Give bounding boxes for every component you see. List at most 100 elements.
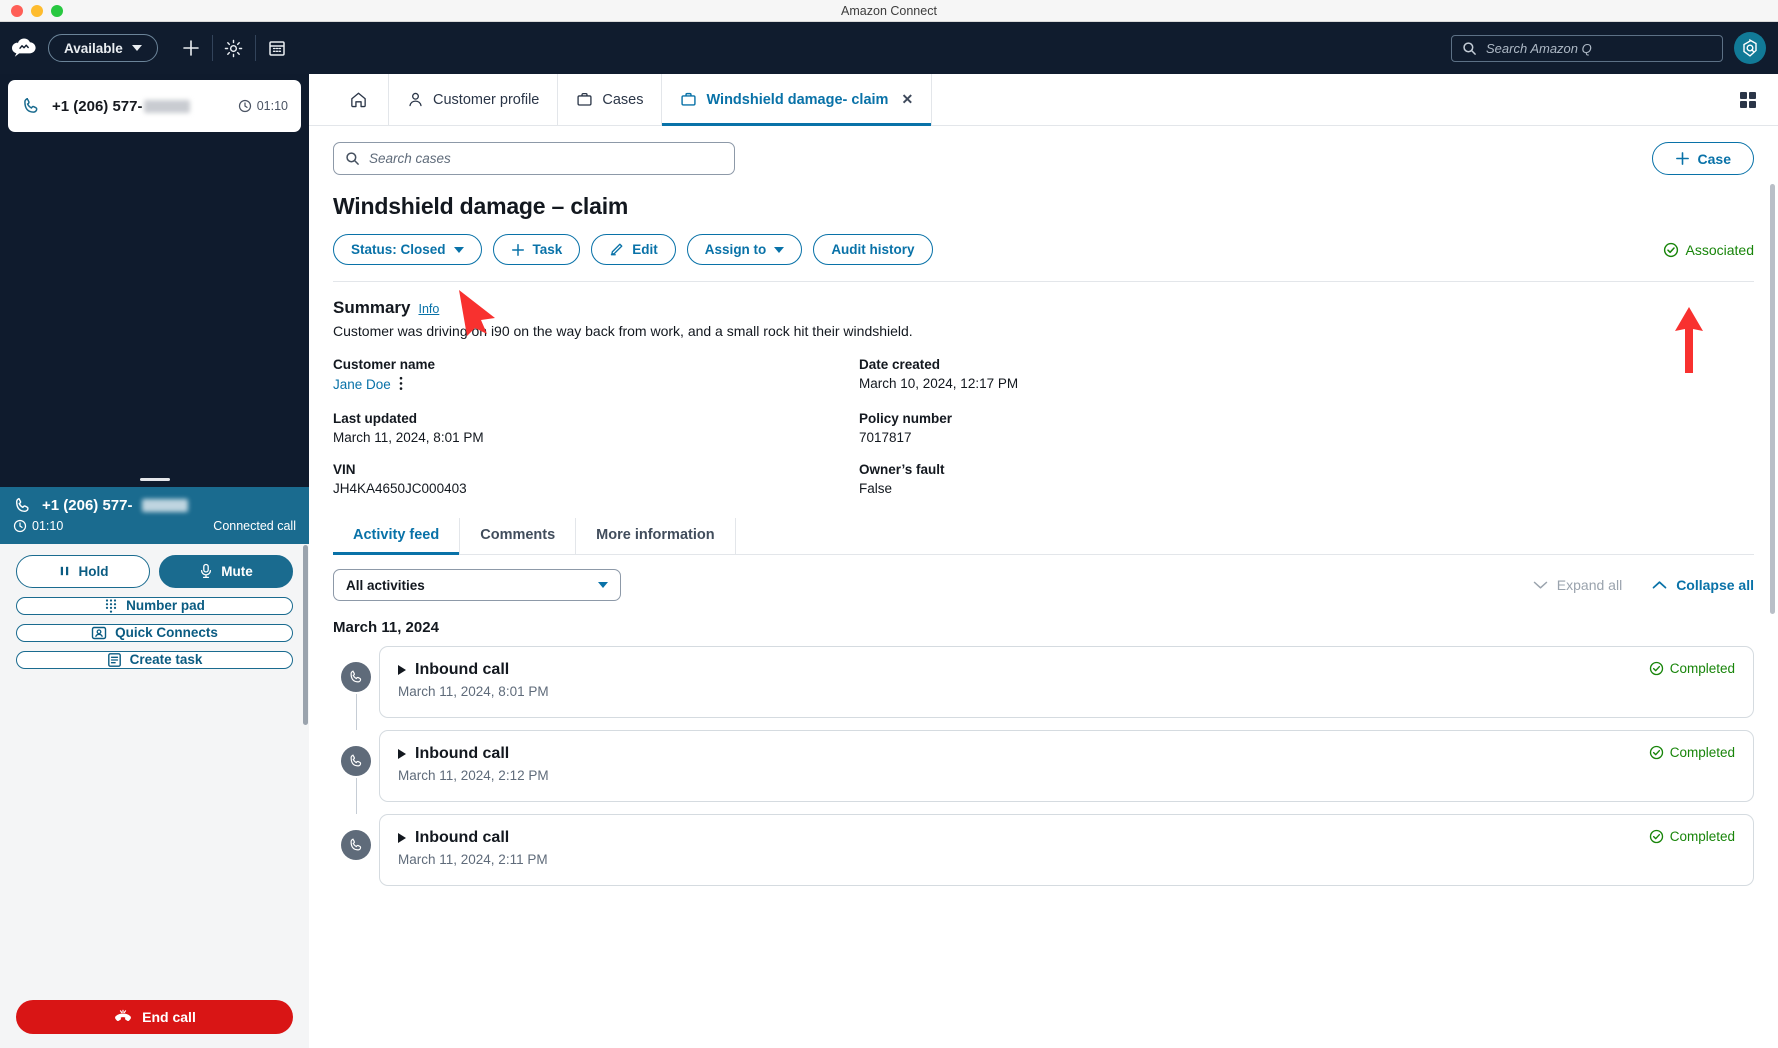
edit-button[interactable]: Edit <box>591 234 676 265</box>
ccp-scrollbar-thumb[interactable] <box>303 545 308 725</box>
add-task-button[interactable]: Task <box>492 234 581 265</box>
agent-status-selector[interactable]: Available <box>48 34 158 62</box>
call-banner-timer: 01:10 <box>13 519 63 533</box>
tab-activity-feed[interactable]: Activity feed <box>333 518 461 555</box>
search-icon <box>346 152 359 165</box>
active-contact-card[interactable]: +1 (206) 577- 01:10 <box>8 80 301 132</box>
number-pad-button[interactable]: Number pad <box>16 596 293 615</box>
tab-activity-feed-label: Activity feed <box>353 527 440 543</box>
microphone-icon <box>201 563 212 579</box>
activity-card[interactable]: Inbound call March 11, 2024, 2:12 PM Com… <box>379 730 1754 802</box>
add-case-button[interactable]: Case <box>1651 142 1754 175</box>
activity-card[interactable]: Inbound call March 11, 2024, 8:01 PM Com… <box>379 646 1754 718</box>
collapse-all-button[interactable]: Collapse all <box>1652 577 1754 593</box>
clock-icon <box>13 519 27 532</box>
quick-connects-button-label: Quick Connects <box>115 625 218 640</box>
quick-connects-button[interactable]: Quick Connects <box>16 623 293 642</box>
case-detail-tabs: Activity feed Comments More information <box>333 518 1754 555</box>
plus-icon <box>1675 152 1689 165</box>
feed-rail <box>333 730 379 814</box>
tab-customer-profile[interactable]: Customer profile <box>389 74 559 125</box>
assign-to-dropdown-button[interactable]: Assign to <box>686 234 803 265</box>
expand-all-button[interactable]: Expand all <box>1533 577 1622 593</box>
create-task-button[interactable]: Create task <box>16 650 293 669</box>
workspace-tabstrip: Customer profile Cases Windshield damage… <box>309 74 1778 126</box>
clock-icon <box>238 99 251 113</box>
settings-button[interactable] <box>213 28 255 68</box>
activity-title-row[interactable]: Inbound call <box>398 661 549 679</box>
check-circle-icon <box>1649 745 1663 760</box>
collapse-all-label: Collapse all <box>1676 577 1754 593</box>
call-banner-timer-value: 01:10 <box>32 518 64 533</box>
content-scrollbar[interactable] <box>1768 74 1777 1048</box>
activity-status-label: Completed <box>1669 661 1735 676</box>
hold-button-label: Hold <box>78 563 109 579</box>
customer-name-link[interactable]: Jane Doe <box>333 376 403 393</box>
search-cases-placeholder: Search cases <box>369 151 451 166</box>
mute-button[interactable]: Mute <box>159 554 293 588</box>
case-actions-row: Status: Closed Task Edit Assign to Audit… <box>309 220 1778 265</box>
tab-windshield-damage-claim[interactable]: Windshield damage- claim ✕ <box>662 74 933 126</box>
summary-info-link[interactable]: Info <box>418 302 439 316</box>
feed-rail <box>333 814 379 886</box>
expand-triangle-icon <box>398 665 406 675</box>
amazon-q-search-input[interactable]: Search Amazon Q <box>1451 34 1723 62</box>
edit-button-label: Edit <box>632 242 658 257</box>
home-icon <box>351 92 366 108</box>
field-label: Last updated <box>333 411 418 426</box>
tab-comments[interactable]: Comments <box>460 518 577 554</box>
ccp-call-controls: Hold Mute Number pad Quick Connects Crea… <box>0 543 309 680</box>
summary-text: Customer was driving on i90 on the way b… <box>333 323 913 339</box>
contact-timer: 01:10 <box>238 99 288 113</box>
content-scrollbar-thumb[interactable] <box>1770 184 1775 614</box>
field-value: March 11, 2024, 8:01 PM <box>333 430 484 445</box>
activity-title-row[interactable]: Inbound call <box>398 829 548 847</box>
amazon-q-avatar-icon[interactable] <box>1734 32 1766 64</box>
activity-timestamp: March 11, 2024, 2:11 PM <box>398 852 548 867</box>
calendar-button[interactable] <box>256 28 298 68</box>
new-contact-button[interactable] <box>170 28 212 68</box>
field-label: Policy number <box>859 411 953 426</box>
close-icon[interactable]: ✕ <box>901 91 913 108</box>
activity-title-row[interactable]: Inbound call <box>398 745 549 763</box>
call-banner-phone-row: +1 (206) 577- <box>13 496 296 515</box>
status-dropdown-button[interactable]: Status: Closed <box>333 234 482 265</box>
field-label: VIN <box>333 462 356 477</box>
cases-subbar: Search cases Case <box>309 126 1778 175</box>
activity-feed-item: Inbound call March 11, 2024, 8:01 PM Com… <box>333 646 1754 730</box>
tab-home[interactable] <box>329 74 389 125</box>
activity-status-label: Completed <box>1669 745 1735 760</box>
audit-history-button[interactable]: Audit history <box>813 234 933 265</box>
end-call-button[interactable]: End call <box>16 1000 293 1034</box>
tab-cases[interactable]: Cases <box>558 74 663 125</box>
timeline-connector <box>356 694 357 730</box>
user-icon <box>409 92 422 107</box>
phone-icon <box>15 497 29 512</box>
window-titlebar: Amazon Connect <box>0 0 1778 22</box>
connected-call-banner: +1 (206) 577- 01:10 Connected call <box>0 486 309 544</box>
association-status: Associated <box>1663 242 1754 258</box>
check-circle-icon <box>1649 829 1663 844</box>
activity-title: Inbound call <box>415 661 510 678</box>
redacted-digits <box>144 99 191 113</box>
field-date-created: Date created March 10, 2024, 12:17 PM <box>859 357 1385 394</box>
activity-status-label: Completed <box>1669 829 1735 844</box>
dialpad-icon <box>106 598 117 613</box>
field-label: Owner’s fault <box>859 462 945 477</box>
field-value: Jane Doe <box>333 377 391 392</box>
field-value: March 10, 2024, 12:17 PM <box>859 376 1019 391</box>
panel-resize-handle[interactable] <box>139 477 170 481</box>
activity-filter-select[interactable]: All activities <box>333 569 621 601</box>
tab-more-information[interactable]: More information <box>576 518 736 554</box>
agent-status-label: Available <box>64 40 123 56</box>
content-area: Customer profile Cases Windshield damage… <box>309 74 1778 1048</box>
contact-phone-number: +1 (206) 577- <box>52 98 191 115</box>
hold-button[interactable]: Hold <box>16 554 150 588</box>
activity-card[interactable]: Inbound call March 11, 2024, 2:11 PM Com… <box>379 814 1754 886</box>
kebab-menu-icon[interactable] <box>399 376 403 393</box>
chevron-down-icon <box>598 582 608 588</box>
search-cases-input[interactable]: Search cases <box>333 142 735 175</box>
create-task-button-label: Create task <box>129 652 203 667</box>
activity-timestamp: March 11, 2024, 2:12 PM <box>398 768 549 783</box>
amazon-q-search-placeholder: Search Amazon Q <box>1486 40 1592 56</box>
